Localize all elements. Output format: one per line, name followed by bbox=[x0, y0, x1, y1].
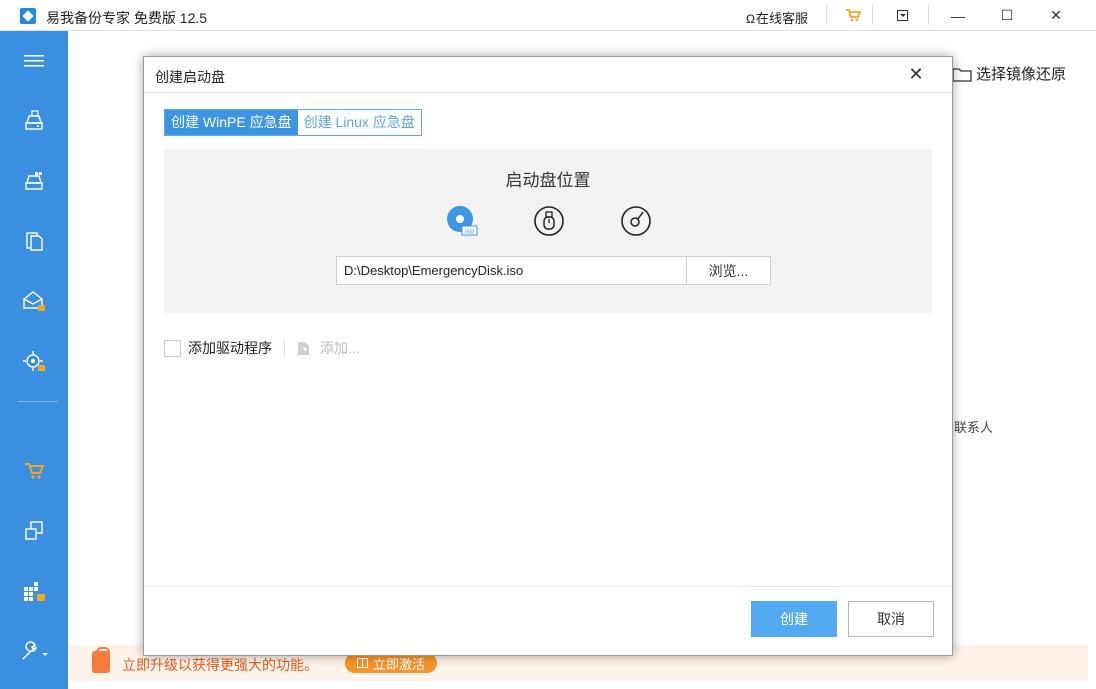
folder-icon bbox=[952, 67, 972, 82]
menu-icon bbox=[24, 55, 44, 67]
sidebar-menu-button[interactable] bbox=[0, 41, 68, 81]
sidebar-item-store[interactable] bbox=[0, 451, 68, 491]
wrench-dropdown-icon bbox=[22, 641, 48, 660]
activate-now-label: 立即激活 bbox=[372, 656, 425, 672]
smart-backup-locked-icon bbox=[23, 351, 45, 371]
sidebar bbox=[0, 31, 68, 689]
location-title: 启动盘位置 bbox=[505, 171, 591, 190]
sidebar-item-system-backup[interactable] bbox=[0, 161, 68, 201]
cancel-button[interactable]: 取消 bbox=[848, 601, 934, 637]
online-service-label: 在线客服 bbox=[755, 11, 808, 26]
add-driver-label: 添加驱动程序 bbox=[188, 340, 272, 356]
dropdown-icon bbox=[896, 10, 908, 21]
close-window-button[interactable]: ✕ bbox=[1034, 0, 1078, 31]
boot-disk-path-input[interactable] bbox=[336, 256, 687, 285]
shopping-bag-icon bbox=[92, 647, 110, 673]
emergency-disk-tabs: 创建 WinPE 应急盘 创建 Linux 应急盘 bbox=[164, 109, 422, 136]
app-title: 易我备份专家 免费版 12.5 bbox=[46, 10, 208, 26]
dialog-close-button[interactable]: ✕ bbox=[904, 63, 928, 87]
add-driver-checkbox[interactable] bbox=[164, 339, 181, 357]
sidebar-divider bbox=[18, 401, 58, 402]
dialog-footer-divider bbox=[144, 586, 952, 587]
add-driver-button[interactable]: 添加... bbox=[320, 338, 360, 358]
titlebar-divider bbox=[928, 5, 929, 25]
sidebar-item-tools[interactable] bbox=[0, 571, 68, 611]
app-logo-icon bbox=[20, 8, 36, 24]
tab-linux[interactable]: 创建 Linux 应急盘 bbox=[297, 110, 421, 135]
iso-disc-icon[interactable]: iso bbox=[446, 205, 478, 237]
row-divider bbox=[284, 340, 285, 356]
create-boot-disk-dialog: 创建启动盘 ✕ 创建 WinPE 应急盘 创建 Linux 应急盘 启动盘位置 … bbox=[143, 56, 953, 656]
headset-icon: Ω bbox=[746, 12, 755, 26]
minimize-button[interactable]: — bbox=[936, 0, 980, 31]
tab-winpe[interactable]: 创建 WinPE 应急盘 bbox=[165, 110, 298, 135]
add-file-icon bbox=[298, 341, 309, 355]
boot-disk-location-panel: 启动盘位置 iso 浏览... bbox=[164, 149, 932, 313]
settings-dropdown-button[interactable] bbox=[880, 0, 924, 31]
tools-grid-locked-icon bbox=[24, 582, 45, 601]
sidebar-item-mail-backup[interactable] bbox=[0, 281, 68, 321]
file-backup-icon bbox=[26, 232, 43, 251]
contact-text: 联系人 bbox=[954, 420, 994, 435]
sidebar-item-clone[interactable] bbox=[0, 511, 68, 551]
clone-icon bbox=[25, 521, 43, 540]
cart-icon bbox=[25, 463, 45, 479]
svg-text:iso: iso bbox=[465, 229, 474, 236]
browse-button[interactable]: 浏览... bbox=[686, 256, 771, 285]
usb-drive-icon[interactable] bbox=[533, 205, 565, 237]
sidebar-item-file-backup[interactable] bbox=[0, 221, 68, 261]
dialog-header-divider bbox=[144, 92, 952, 93]
online-service-link[interactable]: Ω在线客服 bbox=[746, 8, 808, 27]
add-driver-row: 添加驱动程序 添加... bbox=[164, 338, 360, 358]
cd-dvd-icon[interactable] bbox=[620, 205, 652, 237]
cart-icon[interactable] bbox=[845, 7, 861, 23]
create-button[interactable]: 创建 bbox=[751, 601, 837, 637]
gift-icon bbox=[356, 658, 368, 668]
sidebar-item-smart-backup[interactable] bbox=[0, 341, 68, 381]
upgrade-promo-text: 立即升级以获得更强大的功能。 bbox=[122, 657, 318, 673]
title-bar: 易我备份专家 免费版 12.5 Ω在线客服 — ☐ ✕ bbox=[0, 0, 1096, 31]
mail-backup-locked-icon bbox=[23, 291, 45, 311]
disk-backup-icon bbox=[25, 110, 43, 130]
activate-now-button[interactable]: 立即激活 bbox=[345, 653, 437, 673]
maximize-button[interactable]: ☐ bbox=[985, 0, 1029, 31]
titlebar-divider bbox=[872, 5, 873, 25]
system-backup-icon bbox=[25, 172, 43, 190]
sidebar-item-settings[interactable] bbox=[0, 631, 68, 671]
titlebar-divider bbox=[826, 5, 827, 25]
sidebar-item-disk-backup[interactable] bbox=[0, 101, 68, 141]
select-image-restore-label: 选择镜像还原 bbox=[976, 66, 1067, 83]
dialog-title: 创建启动盘 bbox=[155, 69, 225, 85]
select-image-restore-button[interactable]: 选择镜像还原 bbox=[952, 63, 1066, 84]
